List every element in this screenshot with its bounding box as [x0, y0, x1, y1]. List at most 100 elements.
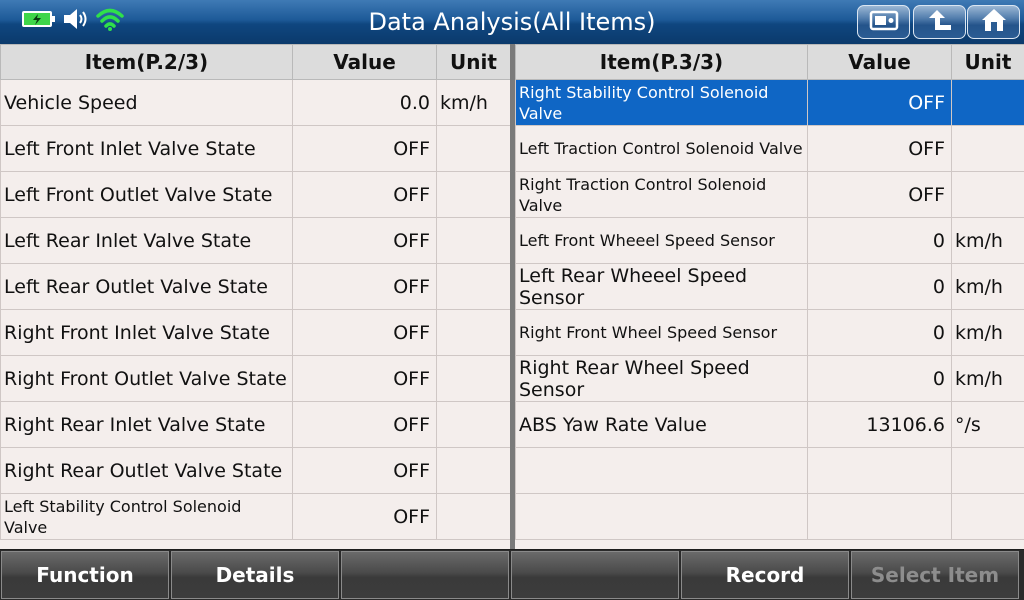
item-name [515, 447, 808, 494]
column-header-unit: Unit [951, 44, 1024, 80]
item-value: 13106.6 [807, 401, 952, 448]
item-unit [951, 79, 1024, 126]
column-header-value: Value [807, 44, 952, 80]
function-button[interactable]: Function [1, 551, 169, 599]
record-button[interactable]: Record [681, 551, 849, 599]
screenshot-button[interactable] [857, 5, 910, 39]
item-value: 0 [807, 217, 952, 264]
table-row[interactable]: Left Stability Control Solenoid Valve OFF [0, 493, 511, 540]
column-header-unit: Unit [436, 44, 511, 80]
table-row[interactable]: Right Traction Control Solenoid Valve OFF [515, 171, 1024, 218]
table-row[interactable]: Left Front Inlet Valve State OFF [0, 125, 511, 172]
item-unit: km/h [951, 309, 1024, 356]
table-row-empty [515, 447, 1024, 494]
back-button[interactable] [913, 5, 966, 39]
item-value: OFF [807, 79, 952, 126]
item-name: Right Front Wheel Speed Sensor [515, 309, 808, 356]
item-value: OFF [807, 125, 952, 172]
home-icon [979, 7, 1009, 37]
item-unit [436, 263, 511, 310]
item-value: OFF [292, 447, 437, 494]
item-value: OFF [807, 171, 952, 218]
item-value [807, 493, 952, 540]
item-unit: km/h [436, 79, 511, 126]
item-name: Right Front Inlet Valve State [0, 309, 293, 356]
table-row[interactable]: Right Rear Outlet Valve State OFF [0, 447, 511, 494]
item-value: OFF [292, 401, 437, 448]
item-value: OFF [292, 309, 437, 356]
item-value: 0 [807, 263, 952, 310]
column-header-item: Item(P.2/3) [0, 44, 293, 80]
item-unit [436, 401, 511, 448]
item-value: OFF [292, 171, 437, 218]
item-value: 0 [807, 355, 952, 402]
item-value: OFF [292, 355, 437, 402]
item-value: OFF [292, 125, 437, 172]
item-unit [436, 447, 511, 494]
title-bar: Data Analysis(All Items) [0, 0, 1024, 45]
column-header-value: Value [292, 44, 437, 80]
details-button[interactable]: Details [171, 551, 339, 599]
table-row[interactable]: Left Rear Outlet Valve State OFF [0, 263, 511, 310]
table-row[interactable]: Left Front Outlet Valve State OFF [0, 171, 511, 218]
left-data-table: Item(P.2/3) Value Unit Vehicle Speed 0.0 k… [0, 44, 511, 549]
table-row[interactable]: Right Rear Wheel Speed Sensor 0 km/h [515, 355, 1024, 402]
item-name: Left Rear Outlet Valve State [0, 263, 293, 310]
item-name: Left Rear Inlet Valve State [0, 217, 293, 264]
item-name: Left Front Wheeel Speed Sensor [515, 217, 808, 264]
item-value: OFF [292, 493, 437, 540]
table-row[interactable]: ABS Yaw Rate Value 13106.6 °/s [515, 401, 1024, 448]
item-unit [436, 125, 511, 172]
table-row[interactable]: Right Front Inlet Valve State OFF [0, 309, 511, 356]
item-unit [436, 493, 511, 540]
item-value: OFF [292, 263, 437, 310]
item-name: Vehicle Speed [0, 79, 293, 126]
table-row[interactable]: Left Traction Control Solenoid Valve OFF [515, 125, 1024, 172]
select-item-button[interactable]: Select Item [851, 551, 1019, 599]
table-row[interactable]: Left Front Wheeel Speed Sensor 0 km/h [515, 217, 1024, 264]
table-header-row: Item(P.2/3) Value Unit [0, 44, 511, 80]
item-name: Right Front Outlet Valve State [0, 355, 293, 402]
screenshot-icon [869, 8, 899, 36]
table-row-empty [515, 493, 1024, 540]
item-unit [951, 493, 1024, 540]
item-name: Left Stability Control Solenoid Valve [0, 493, 293, 540]
table-row[interactable]: Right Front Outlet Valve State OFF [0, 355, 511, 402]
table-row[interactable]: Right Front Wheel Speed Sensor 0 km/h [515, 309, 1024, 356]
table-row[interactable]: Left Rear Inlet Valve State OFF [0, 217, 511, 264]
bottom-toolbar: Function Details Record Select Item [0, 550, 1024, 600]
item-name: Right Rear Outlet Valve State [0, 447, 293, 494]
item-unit [436, 217, 511, 264]
item-name: Left Front Outlet Valve State [0, 171, 293, 218]
item-name [515, 493, 808, 540]
table-row[interactable]: Right Rear Inlet Valve State OFF [0, 401, 511, 448]
item-unit [951, 447, 1024, 494]
item-value: 0 [807, 309, 952, 356]
item-value: OFF [292, 217, 437, 264]
item-value: 0.0 [292, 79, 437, 126]
item-unit: km/h [951, 217, 1024, 264]
table-row[interactable]: Left Rear Wheeel Speed Sensor 0 km/h [515, 263, 1024, 310]
column-header-item: Item(P.3/3) [515, 44, 808, 80]
item-unit [951, 171, 1024, 218]
item-unit: °/s [951, 401, 1024, 448]
item-name: Right Traction Control Solenoid Valve [515, 171, 808, 218]
table-header-row: Item(P.3/3) Value Unit [515, 44, 1024, 80]
table-row-selected[interactable]: Right Stability Control Solenoid Valve OF… [515, 79, 1024, 126]
home-button[interactable] [967, 5, 1020, 39]
back-arrow-icon [925, 7, 955, 37]
item-name: Left Traction Control Solenoid Valve [515, 125, 808, 172]
item-unit [436, 355, 511, 402]
item-name: Left Front Inlet Valve State [0, 125, 293, 172]
item-name: Right Rear Wheel Speed Sensor [515, 355, 808, 402]
item-unit: km/h [951, 263, 1024, 310]
table-row[interactable]: Vehicle Speed 0.0 km/h [0, 79, 511, 126]
item-unit [436, 309, 511, 356]
item-unit: km/h [951, 355, 1024, 402]
blank-button-2[interactable] [511, 551, 679, 599]
item-name: Right Rear Inlet Valve State [0, 401, 293, 448]
right-data-table: Item(P.3/3) Value Unit Right Stability C… [515, 44, 1024, 549]
item-unit [951, 125, 1024, 172]
blank-button-1[interactable] [341, 551, 509, 599]
item-value [807, 447, 952, 494]
